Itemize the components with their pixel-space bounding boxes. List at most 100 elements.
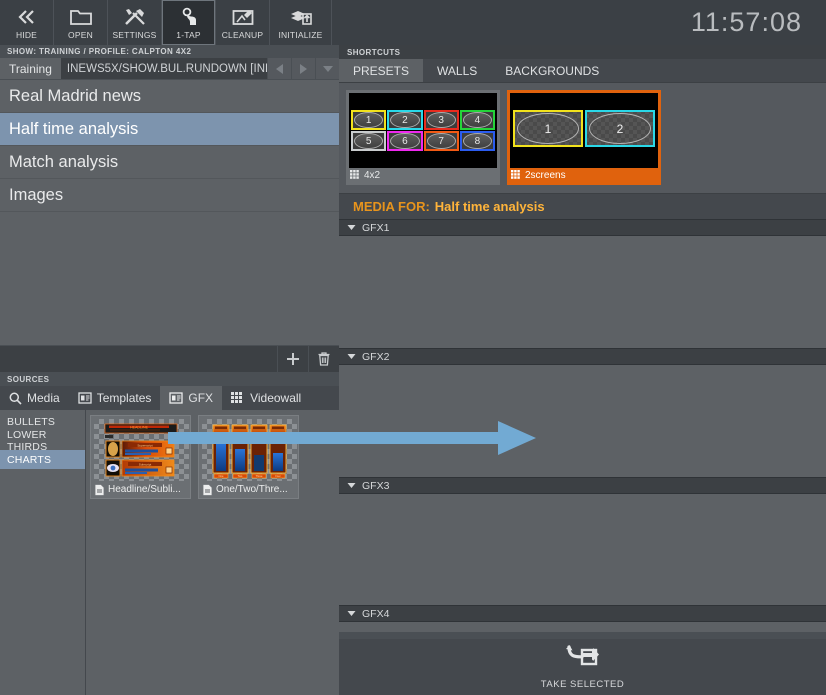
preset-cell-1[interactable]: 1	[351, 110, 387, 130]
cell-number: 2	[616, 121, 624, 136]
cell-number: 4	[474, 114, 481, 126]
svg-text:Superscript: Superscript	[137, 443, 152, 447]
page-icon	[202, 483, 213, 496]
rundown-add-button[interactable]	[277, 346, 308, 372]
sources-header: SOURCES	[0, 372, 339, 386]
gfx-item-label: Headline/Subli...	[108, 484, 181, 495]
hide-button[interactable]: HIDE	[0, 0, 54, 45]
preset-2screens[interactable]: 1 2 2screens	[507, 90, 661, 185]
initialize-button[interactable]: INITIALIZE	[270, 0, 332, 45]
rundown-item-label: Half time analysis	[9, 119, 139, 138]
gfx3-header[interactable]: GFX3	[339, 477, 826, 494]
preset-cell-6[interactable]: 6	[387, 131, 423, 151]
rundown-toolbar	[0, 345, 339, 372]
initialize-label: INITIALIZE	[278, 29, 323, 40]
rundown-path[interactable]: INEWS5X/SHOW.BUL.RUNDOWN [INEW	[60, 58, 267, 79]
cell-number: 2	[402, 114, 408, 126]
svg-text:HEADLINE: HEADLINE	[130, 426, 149, 430]
preset-cell-2[interactable]: 2	[387, 110, 423, 130]
tab-media[interactable]: Media	[0, 386, 69, 410]
tab-videowall-label: Videowall	[250, 391, 302, 405]
folder-icon	[69, 6, 93, 28]
double-chevron-left-icon	[16, 6, 38, 28]
take-selected-label: TAKE SELECTED	[540, 679, 625, 690]
gfx2-dropzone[interactable]	[339, 365, 826, 477]
open-button[interactable]: OPEN	[54, 0, 108, 45]
category-label: CHARTS	[7, 453, 52, 466]
open-label: OPEN	[68, 29, 93, 40]
category-charts[interactable]: CHARTS	[0, 450, 85, 469]
rundown-item-1[interactable]: Half time analysis	[0, 113, 339, 146]
chevron-down-icon	[347, 480, 356, 492]
shortcuts-header: SHORTCUTS	[339, 45, 826, 59]
cell-number: 1	[544, 121, 552, 136]
cell-number: 7	[438, 135, 444, 147]
category-label: LOWER THIRDS	[7, 428, 48, 453]
rundown-delete-button[interactable]	[308, 346, 339, 372]
preset-cell-8[interactable]: 8	[459, 131, 495, 151]
rundown-more-button[interactable]	[315, 58, 339, 79]
rundown-item-label: Real Madrid news	[9, 86, 142, 105]
settings-button[interactable]: SETTINGS	[108, 0, 162, 45]
gfx4-dropzone[interactable]	[339, 622, 826, 632]
settings-label: SETTINGS	[112, 29, 157, 40]
preset-row: 1 2 3 4 5 6 7 8 4x2 1 2 2screens	[339, 83, 826, 193]
gfx2-label: GFX2	[362, 350, 390, 363]
next-icon	[300, 63, 307, 74]
gfx-thumbnail-area: HEADLINE Superscript Subscript Headline/…	[85, 410, 339, 695]
rundown-list: Real Madrid news Half time analysis Matc…	[0, 80, 339, 363]
category-list: BULLETS LOWER THIRDS CHARTS	[0, 410, 85, 695]
preset-grid: 1 2 3 4 5 6 7 8	[351, 110, 495, 151]
tab-presets[interactable]: PRESETS	[339, 59, 424, 82]
cleanup-label: CLEANUP	[221, 29, 264, 40]
preset-cell-2[interactable]: 2	[585, 110, 655, 147]
preset-cell-7[interactable]: 7	[423, 131, 459, 151]
preset-4x2[interactable]: 1 2 3 4 5 6 7 8 4x2	[346, 90, 500, 185]
cleanup-button[interactable]: CLEANUP	[216, 0, 270, 45]
grid-icon	[350, 169, 359, 179]
gfx1-header[interactable]: GFX1	[339, 219, 826, 236]
gfx3-dropzone[interactable]	[339, 494, 826, 605]
svg-text:Two: Two	[238, 474, 243, 478]
cell-number: 1	[365, 114, 372, 126]
eraser-image-icon	[231, 6, 255, 28]
rundown-item-3[interactable]: Images	[0, 179, 339, 212]
media-for-label: MEDIA FOR:	[353, 199, 430, 214]
cell-number: 3	[438, 114, 444, 126]
gfx2-header[interactable]: GFX2	[339, 348, 826, 365]
preset-preview: 1 2	[510, 93, 658, 168]
gfx4-header[interactable]: GFX4	[339, 605, 826, 622]
rundown-empty-area[interactable]	[0, 212, 339, 363]
preset-cell-4[interactable]: 4	[459, 110, 495, 130]
rundown-next-button[interactable]	[291, 58, 315, 79]
rundown-item-0[interactable]: Real Madrid news	[0, 80, 339, 113]
take-selected-button[interactable]: TAKE SELECTED	[339, 639, 826, 695]
left-column: SHOW: TRAINING / PROFILE: CALPTON 4X2 Tr…	[0, 45, 339, 695]
tab-templates[interactable]: Templates	[69, 386, 161, 410]
gfx-item-caption: Headline/Subli...	[94, 481, 187, 498]
category-lower-thirds[interactable]: LOWER THIRDS	[0, 428, 85, 453]
preset-cell-3[interactable]: 3	[423, 110, 459, 130]
app-root: HIDE OPEN SETTINGS 1-TAP CLEANUP INITIAL…	[0, 0, 826, 695]
gfx-item-headline-sublime[interactable]: HEADLINE Superscript Subscript Headline/…	[90, 415, 191, 499]
sources-tab-bar: Media Templates GFX Videowall	[0, 386, 339, 410]
rundown-item-label: Images	[9, 185, 64, 204]
tab-gfx[interactable]: GFX	[160, 386, 223, 410]
media-for-header: MEDIA FOR: Half time analysis	[339, 193, 826, 219]
tab-walls[interactable]: WALLS	[423, 59, 491, 82]
svg-text:One: One	[219, 474, 224, 478]
one-tap-button[interactable]: 1-TAP	[162, 0, 216, 45]
preset-cell-1[interactable]: 1	[513, 110, 583, 147]
cell-number: 8	[474, 135, 481, 147]
gfx-item-one-two-three[interactable]: One Two Three Four One/Two/Thre...	[198, 415, 299, 499]
tab-backgrounds[interactable]: BACKGROUNDS	[491, 59, 613, 82]
stack-up-arrow-icon	[289, 6, 313, 28]
preset-cell-5[interactable]: 5	[351, 131, 387, 151]
rundown-prev-button[interactable]	[267, 58, 291, 79]
rundown-tab-training[interactable]: Training	[0, 58, 61, 79]
take-arrow-icon	[565, 644, 600, 675]
gfx1-dropzone[interactable]	[339, 236, 826, 348]
more-icon	[322, 65, 333, 72]
rundown-item-2[interactable]: Match analysis	[0, 146, 339, 179]
tab-videowall[interactable]: Videowall	[222, 386, 310, 410]
